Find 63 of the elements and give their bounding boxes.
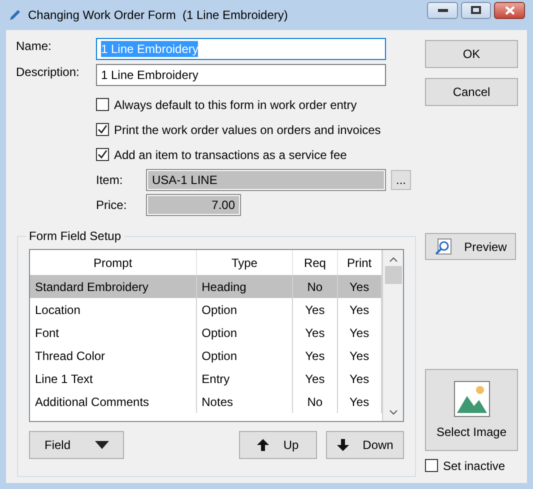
table-cell: Yes: [292, 344, 338, 367]
group-title: Form Field Setup: [28, 229, 122, 243]
pencil-icon: [8, 8, 22, 22]
table-cell: Option: [196, 321, 293, 344]
table-cell: No: [292, 275, 338, 298]
magnifier-icon: [434, 238, 452, 256]
checkbox-label: Print the work order values on orders and invoices: [114, 122, 381, 136]
table-cell: Yes: [292, 367, 338, 390]
arrow-up-icon: [257, 439, 270, 451]
image-icon: [454, 381, 490, 417]
price-label: Price:: [96, 198, 128, 212]
table-cell: Notes: [196, 390, 293, 413]
table-cell: Standard Embroidery: [30, 275, 196, 298]
item-label: Item:: [96, 172, 124, 186]
table-cell: Yes: [337, 390, 382, 413]
table-cell: Option: [196, 298, 293, 321]
ok-button[interactable]: OK: [425, 40, 518, 68]
scrollbar[interactable]: [383, 250, 403, 421]
checkbox-label: Always default to this form in work order entry: [114, 98, 357, 112]
table-row[interactable]: Location Option Yes Yes: [30, 298, 382, 321]
table-cell: Yes: [337, 367, 382, 390]
select-image-button[interactable]: Select Image: [425, 369, 518, 451]
window-title: Changing Work Order Form (1 Line Embroidery): [28, 8, 289, 22]
maximize-button[interactable]: [461, 2, 491, 18]
price-field[interactable]: 7.00: [146, 194, 241, 216]
close-button[interactable]: [494, 2, 525, 18]
arrow-down-icon: [336, 439, 349, 451]
checkbox[interactable]: [96, 148, 109, 161]
scroll-up-icon: [389, 257, 398, 262]
table-cell: Yes: [292, 298, 338, 321]
field-label: Description:: [16, 64, 80, 80]
down-button[interactable]: Down: [326, 431, 404, 459]
table-cell: Yes: [337, 275, 382, 298]
table-row[interactable]: Standard Embroidery Heading No Yes: [30, 275, 382, 298]
restore-icon: [471, 6, 481, 14]
close-icon: [504, 6, 514, 14]
field-button[interactable]: Field: [29, 431, 124, 459]
checkbox[interactable]: [96, 98, 109, 111]
checkbox[interactable]: [425, 459, 438, 472]
minimize-icon: [438, 8, 448, 12]
checkbox-label: Set inactive: [443, 458, 506, 472]
checkbox-label: Add an item to transactions as a service fee: [114, 148, 347, 162]
caret-icon: [94, 441, 108, 449]
scroll-down-icon: [389, 410, 398, 415]
checkbox[interactable]: [96, 123, 109, 136]
field-label: Name:: [16, 38, 52, 54]
table-cell: Option: [196, 344, 293, 367]
preview-button[interactable]: Preview: [425, 233, 516, 260]
item-field[interactable]: USA-1 LINE: [146, 168, 386, 190]
table-cell: Yes: [337, 298, 382, 321]
scroll-thumb[interactable]: [385, 266, 402, 284]
up-button[interactable]: Up: [239, 431, 317, 459]
table-cell: Heading: [196, 275, 293, 298]
table-cell: Yes: [292, 321, 338, 344]
table-cell: No: [292, 390, 338, 413]
table-cell: Location: [30, 298, 196, 321]
table-cell: Yes: [337, 321, 382, 344]
table-cell: Entry: [196, 367, 293, 390]
cancel-button[interactable]: Cancel: [425, 78, 518, 106]
browse-button[interactable]: ...: [391, 170, 411, 190]
text-field[interactable]: 1 Line Embroidery: [96, 64, 386, 86]
table-cell: Yes: [337, 344, 382, 367]
minimize-button[interactable]: [427, 2, 458, 18]
